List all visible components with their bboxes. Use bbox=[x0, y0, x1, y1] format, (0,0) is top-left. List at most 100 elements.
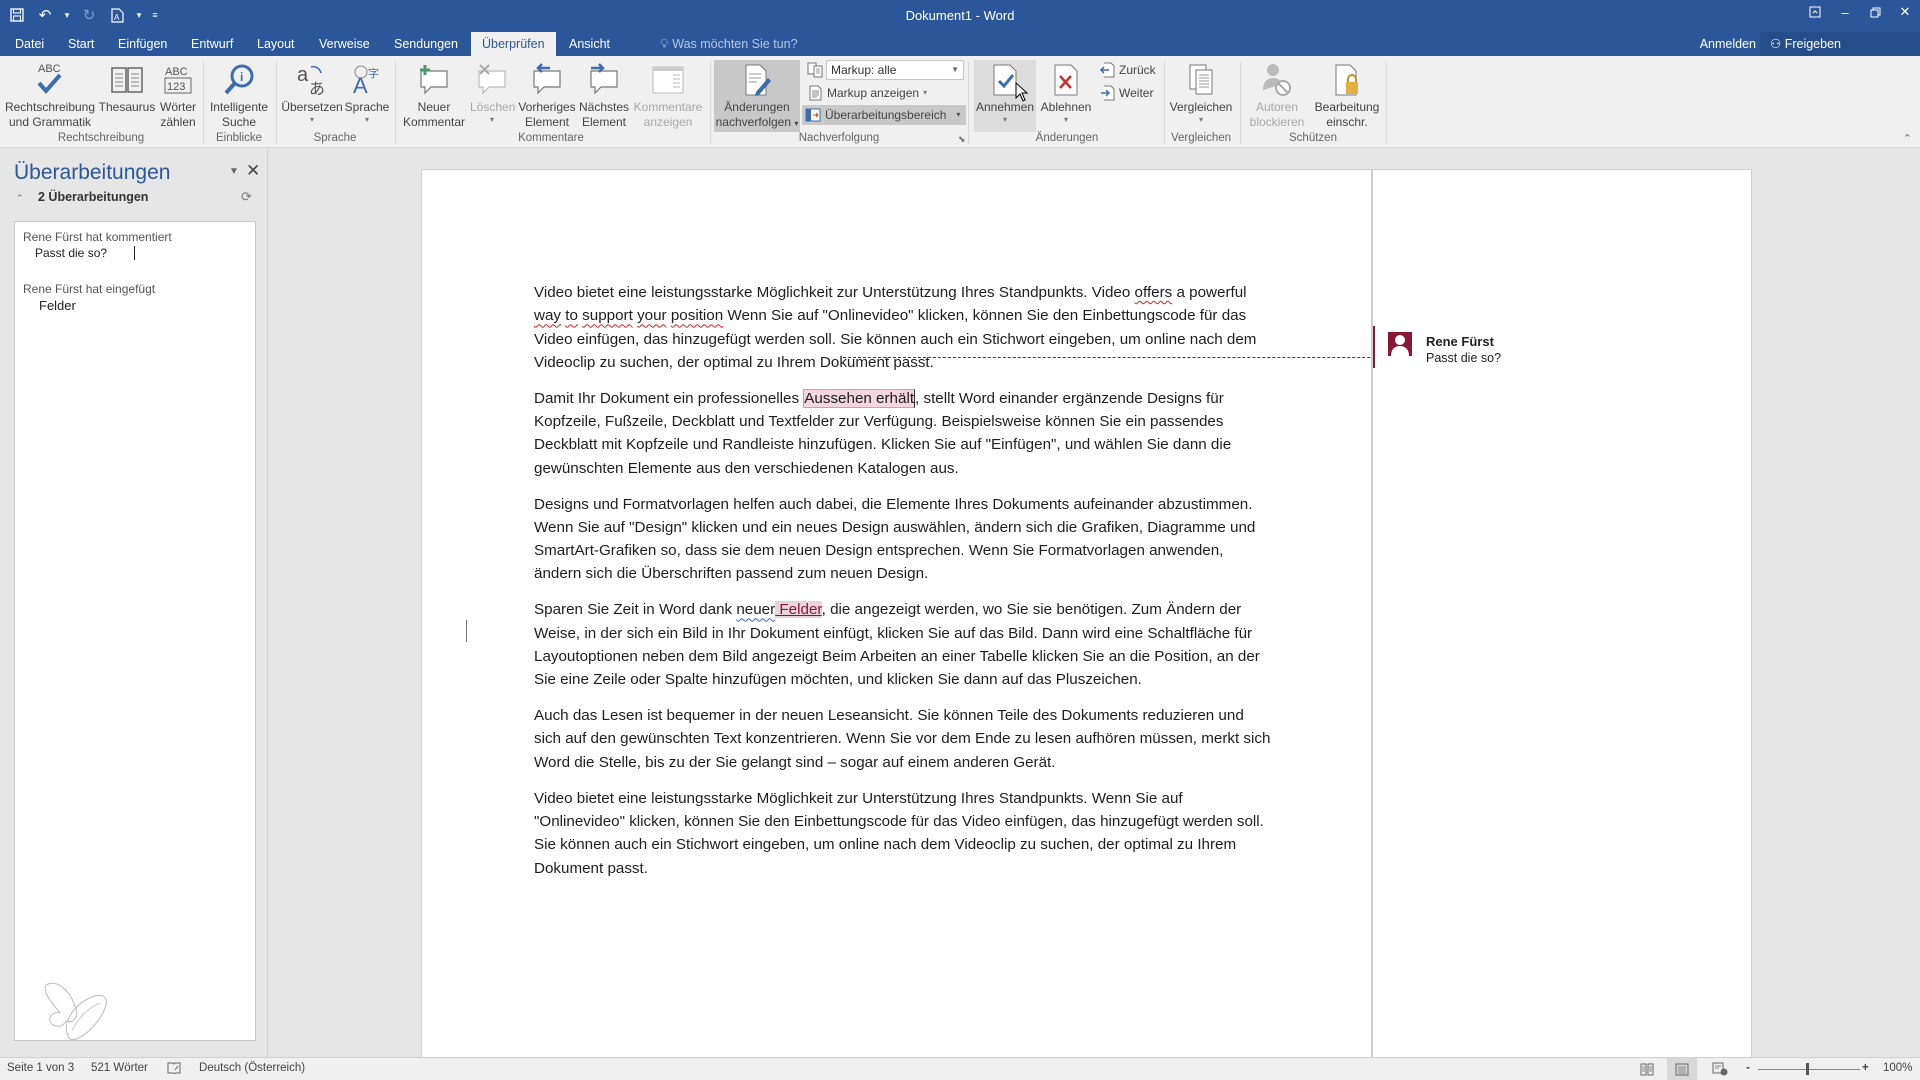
smart-lookup-icon: i bbox=[206, 60, 272, 100]
language-button[interactable]: A字 Sprache ▾ bbox=[344, 60, 390, 125]
compare-label: Vergleichen bbox=[1169, 100, 1233, 114]
close-icon[interactable]: ✕ bbox=[1890, 0, 1920, 24]
comment-author: Rene Fürst bbox=[1426, 334, 1494, 349]
group-label-schuetzen: Schützen bbox=[1289, 132, 1337, 144]
zoom-in-button[interactable]: + bbox=[1862, 1062, 1869, 1074]
proofing-icon[interactable] bbox=[167, 1062, 181, 1077]
markup-select[interactable]: Markup: alle ▼ bbox=[826, 60, 964, 80]
person-icon bbox=[1391, 335, 1409, 356]
document-body[interactable]: Video bietet eine leistungsstarke Möglic… bbox=[534, 281, 1274, 892]
paragraph: Video bietet eine leistungsstarke Möglic… bbox=[534, 284, 1257, 371]
comment-anchor-text[interactable]: Aussehen erhält bbox=[803, 388, 916, 408]
reject-button[interactable]: Ablehnen ▾ bbox=[1036, 60, 1096, 125]
minimize-icon[interactable]: – bbox=[1830, 0, 1860, 24]
block-authors-icon bbox=[1244, 60, 1310, 100]
misspelled-word[interactable]: way bbox=[534, 307, 561, 324]
tab-entwurf[interactable]: Entwurf bbox=[180, 32, 244, 56]
misspelled-word[interactable]: offers bbox=[1135, 284, 1173, 301]
group-separator bbox=[276, 62, 277, 144]
next-comment-button[interactable]: Nächstes Element bbox=[578, 60, 630, 130]
tab-layout[interactable]: Layout bbox=[246, 32, 306, 56]
misspelled-word[interactable]: your bbox=[637, 307, 667, 324]
share-button[interactable]: ⚇ Freigeben bbox=[1760, 32, 1920, 56]
tab-sendungen[interactable]: Sendungen bbox=[383, 32, 469, 56]
language-indicator[interactable]: Deutsch (Österreich) bbox=[199, 1062, 305, 1074]
reviewing-pane-button[interactable]: Überarbeitungsbereich ▾ bbox=[802, 105, 966, 125]
dialog-launcher-icon[interactable]: ⬊ bbox=[958, 134, 966, 145]
track-changes-label-2: nachverfolgen bbox=[715, 115, 792, 129]
thesaurus-button[interactable]: Thesaurus bbox=[98, 60, 156, 115]
paragraph: Damit Ihr Dokument ein professionelles A… bbox=[534, 388, 1232, 477]
lock-document-icon bbox=[1312, 60, 1382, 100]
delete-comment-icon bbox=[470, 60, 514, 100]
tab-datei[interactable]: Datei bbox=[4, 32, 55, 56]
reviewing-pane-label: Überarbeitungsbereich bbox=[825, 108, 947, 122]
tab-ansicht[interactable]: Ansicht bbox=[558, 32, 621, 56]
pane-options-dropdown-icon[interactable]: ▼ bbox=[229, 166, 239, 177]
zoom-out-button[interactable]: - bbox=[1746, 1062, 1750, 1074]
markup-area: Rene Fürst Passt die so? bbox=[1372, 169, 1752, 1057]
inserted-text[interactable]: Felder bbox=[775, 601, 822, 619]
ribbon-display-options-icon[interactable] bbox=[1800, 0, 1830, 24]
web-layout-button[interactable] bbox=[1705, 1058, 1735, 1080]
revision-item-content[interactable]: Felder bbox=[39, 298, 76, 313]
word-count[interactable]: 521 Wörter bbox=[91, 1062, 148, 1074]
page-count[interactable]: Seite 1 von 3 bbox=[7, 1062, 74, 1074]
block-authors-button[interactable]: Autoren blockieren bbox=[1244, 60, 1310, 130]
thesaurus-label: Thesaurus bbox=[98, 100, 156, 114]
print-layout-button[interactable] bbox=[1667, 1058, 1697, 1080]
delete-comment-button[interactable]: Löschen ▾ bbox=[470, 60, 516, 125]
web-layout-icon bbox=[1712, 1062, 1728, 1076]
read-mode-button[interactable] bbox=[1632, 1058, 1662, 1080]
misspelled-word[interactable]: position bbox=[671, 307, 723, 324]
track-changes-button[interactable]: Änderungen nachverfolgen ▾ bbox=[714, 60, 800, 132]
translate-icon: aあ bbox=[280, 60, 344, 100]
smart-lookup-label-1: Intelligente bbox=[209, 100, 269, 114]
restore-icon[interactable] bbox=[1860, 0, 1890, 24]
tab-start[interactable]: Start bbox=[57, 32, 105, 56]
revision-item-header[interactable]: Rene Fürst hat eingefügt bbox=[23, 282, 155, 296]
track-changes-dropdown-icon[interactable]: ▾ bbox=[794, 119, 798, 128]
grammar-flagged-word[interactable]: neuer bbox=[736, 601, 775, 618]
close-icon[interactable]: ✕ bbox=[246, 161, 260, 181]
tab-einfuegen[interactable]: Einfügen bbox=[107, 32, 178, 56]
paragraph: Sparen Sie Zeit in Word dank neuer Felde… bbox=[534, 601, 1260, 689]
translate-button[interactable]: aあ Übersetzen ▾ bbox=[280, 60, 344, 125]
collapse-caret-icon[interactable]: ⌃ bbox=[16, 193, 24, 204]
tab-ueberpruefen[interactable]: Überprüfen bbox=[471, 32, 556, 56]
document-page[interactable]: Video bietet eine leistungsstarke Möglic… bbox=[421, 169, 1525, 1057]
smart-lookup-button[interactable]: i Intelligente Suche bbox=[206, 60, 272, 130]
new-comment-button[interactable]: Neuer Kommentar bbox=[398, 60, 470, 130]
refresh-icon[interactable]: ⟳ bbox=[241, 189, 252, 205]
show-markup-button[interactable]: Markup anzeigen ▾ bbox=[804, 83, 964, 103]
previous-change-button[interactable]: Zurück bbox=[1096, 60, 1156, 80]
comment-balloon[interactable]: Rene Fürst Passt die so? bbox=[1373, 326, 1673, 368]
collapse-ribbon-icon[interactable]: ⌃ bbox=[1903, 132, 1912, 145]
next-change-button[interactable]: Weiter bbox=[1096, 83, 1153, 103]
sign-in-link[interactable]: Anmelden bbox=[1700, 32, 1756, 56]
tab-verweise[interactable]: Verweise bbox=[308, 32, 381, 56]
group-separator bbox=[395, 62, 396, 144]
revision-item-content[interactable]: Passt die so? bbox=[35, 246, 107, 260]
zoom-level[interactable]: 100% bbox=[1883, 1062, 1912, 1074]
translate-label: Übersetzen bbox=[281, 100, 343, 114]
reject-dropdown-icon[interactable]: ▾ bbox=[1036, 115, 1096, 125]
word-count-button[interactable]: ABC 123 Wörter zählen bbox=[158, 60, 198, 130]
compare-button[interactable]: Vergleichen ▾ bbox=[1168, 60, 1234, 125]
previous-comment-button[interactable]: Vorheriges Element bbox=[516, 60, 578, 130]
show-comments-button[interactable]: Kommentare anzeigen bbox=[632, 60, 704, 130]
compare-dropdown-icon: ▾ bbox=[1198, 115, 1203, 124]
group-label-rechtschreibung: Rechtschreibung bbox=[57, 132, 145, 144]
zoom-slider-thumb[interactable] bbox=[1806, 1063, 1809, 1075]
accept-dropdown-icon[interactable]: ▾ bbox=[974, 115, 1036, 125]
delete-label: Löschen bbox=[470, 100, 516, 114]
misspelled-word[interactable]: to bbox=[565, 307, 578, 324]
restrict-editing-button[interactable]: Bearbeitung einschr. bbox=[1312, 60, 1382, 130]
misspelled-word[interactable]: support bbox=[582, 307, 633, 324]
spelling-grammar-button[interactable]: ABC Rechtschreibung und Grammatik bbox=[4, 60, 96, 130]
tell-me-box[interactable]: 💡︎ Was möchten Sie tun? bbox=[660, 32, 798, 56]
zoom-slider[interactable] bbox=[1758, 1069, 1860, 1070]
reject-label: Ablehnen bbox=[1040, 100, 1092, 114]
comment-text[interactable]: Passt die so? bbox=[1426, 351, 1501, 365]
revision-item-header[interactable]: Rene Fürst hat kommentiert bbox=[23, 230, 172, 244]
